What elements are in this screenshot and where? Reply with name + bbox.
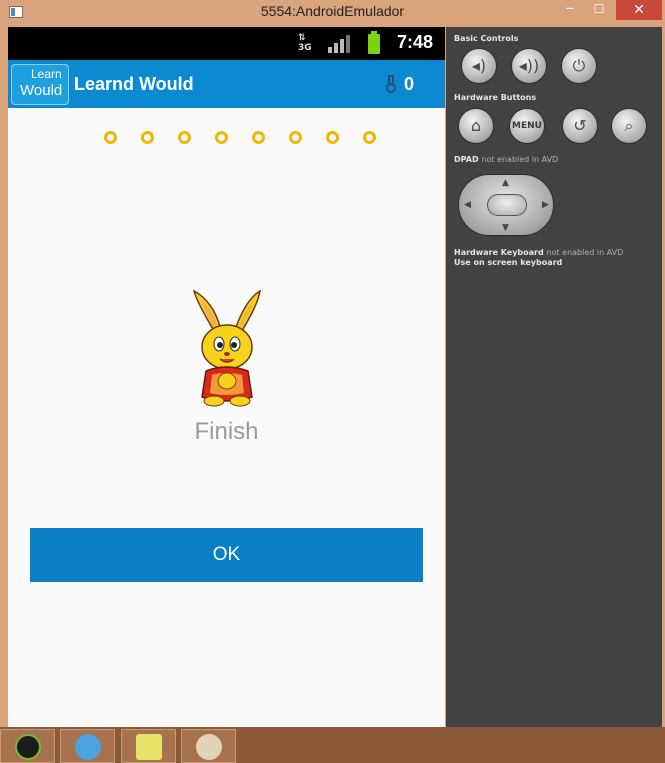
cat-app-icon (75, 734, 101, 760)
keyboard-note: not enabled in AVD (546, 248, 624, 257)
dpad-control[interactable]: ▲ ▼ ◀ ▶ (458, 174, 554, 236)
search-button[interactable]: ⌕ (611, 108, 647, 144)
battery-charging-icon (368, 31, 380, 54)
volume-up-button[interactable]: ◂)) (511, 48, 547, 84)
volume-down-button[interactable]: ◂) (461, 48, 497, 84)
dpad-note: not enabled in AVD (481, 155, 559, 164)
logo-text-bottom: Would (20, 82, 63, 99)
score-count: 0 (404, 74, 415, 94)
progress-dots (104, 131, 384, 145)
sticky-notes-icon (136, 734, 162, 760)
progress-dot (215, 131, 228, 144)
keyboard-label: Hardware Keyboard not enabled in AVD (454, 248, 623, 257)
progress-dot (252, 131, 265, 144)
window-titlebar: 5554:AndroidEmulador – ☐ ✕ (0, 0, 665, 26)
minimize-icon: – (566, 0, 574, 17)
taskbar (0, 727, 665, 763)
app-title: Learnd Would (74, 74, 194, 94)
dpad-title: DPAD (454, 155, 479, 164)
taskbar-item[interactable] (0, 729, 55, 763)
medal-icon (386, 75, 396, 95)
dpad-up-icon[interactable]: ▲ (502, 178, 509, 188)
progress-dot (289, 131, 302, 144)
phone-screen: ⇅ 3G 7:48 Learn Would Learnd Would 0 Fin… (8, 27, 445, 727)
progress-dot (178, 131, 191, 144)
signal-icon (328, 35, 352, 53)
search-icon: ⌕ (624, 116, 634, 135)
close-button[interactable]: ✕ (616, 0, 662, 20)
progress-dot (104, 131, 117, 144)
dpad-left-icon[interactable]: ◀ (464, 200, 471, 210)
keyboard-hint: Use on screen keyboard (454, 258, 563, 267)
network-type: 3G (298, 43, 312, 53)
basic-controls-label: Basic Controls (454, 34, 519, 43)
power-icon: ⏻ (572, 56, 586, 75)
ok-button[interactable]: OK (30, 528, 423, 582)
logo-text-top: Learn (31, 67, 62, 81)
status-bar: ⇅ 3G 7:48 (8, 27, 445, 60)
home-button[interactable]: ⌂ (458, 108, 494, 144)
finish-label: Finish (194, 418, 259, 445)
keyboard-title: Hardware Keyboard (454, 248, 544, 257)
paint-icon (196, 734, 222, 760)
home-icon: ⌂ (470, 116, 482, 135)
emulator-controls-panel: Basic Controls ◂) ◂)) ⏻ Hardware Buttons… (446, 27, 662, 755)
rabbit-mascot (192, 289, 262, 407)
android-terminal-icon (15, 734, 41, 760)
dpad-label: DPAD not enabled in AVD (454, 155, 558, 164)
maximize-button[interactable]: ☐ (586, 0, 612, 20)
dpad-center-button[interactable] (487, 194, 527, 216)
progress-dot (141, 131, 154, 144)
back-button[interactable]: ↺ (562, 108, 598, 144)
progress-dot (363, 131, 376, 144)
taskbar-item[interactable] (60, 729, 115, 763)
close-icon: ✕ (633, 2, 645, 18)
menu-button[interactable]: MENU (509, 108, 545, 144)
volume-up-icon: ◂)) (518, 56, 540, 75)
progress-dot (326, 131, 339, 144)
power-button[interactable]: ⏻ (561, 48, 597, 84)
dpad-right-icon[interactable]: ▶ (542, 200, 549, 210)
back-icon: ↺ (573, 116, 587, 135)
hardware-buttons-label: Hardware Buttons (454, 93, 537, 102)
app-logo[interactable]: Learn Would (11, 64, 69, 105)
dpad-down-icon[interactable]: ▼ (502, 223, 509, 233)
minimize-button[interactable]: – (556, 0, 584, 20)
action-bar: Learn Would Learnd Would 0 (8, 60, 445, 108)
taskbar-item[interactable] (121, 729, 176, 763)
taskbar-item[interactable] (181, 729, 236, 763)
maximize-icon: ☐ (593, 2, 605, 16)
data-arrows-icon: ⇅ 3G (298, 33, 312, 53)
volume-down-icon: ◂) (471, 56, 487, 75)
status-time: 7:48 (397, 32, 434, 52)
